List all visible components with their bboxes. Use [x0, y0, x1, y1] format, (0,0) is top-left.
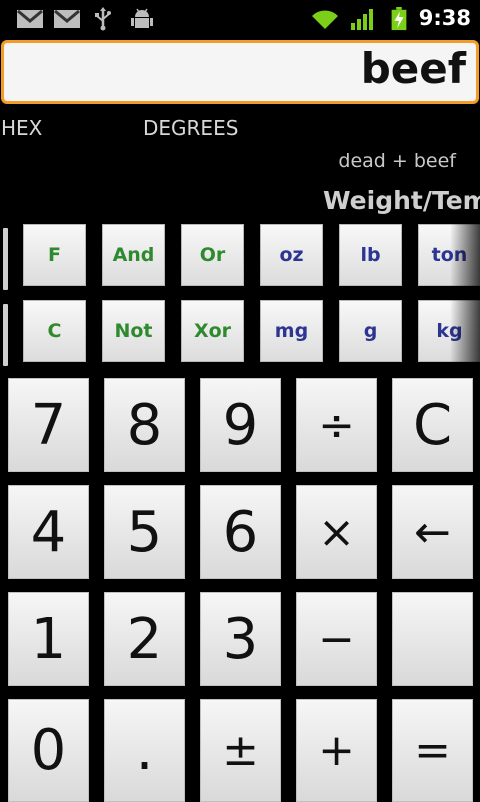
usb-icon [95, 7, 111, 31]
lb-button[interactable]: lb [339, 224, 402, 286]
base-mode-label[interactable]: HEX [1, 116, 42, 140]
divide-button[interactable]: ÷ [296, 378, 377, 472]
function-row-1: F And Or oz lb ton [0, 224, 480, 294]
result-display[interactable]: beef [1, 40, 479, 104]
oz-button[interactable]: oz [260, 224, 323, 286]
digit-5-button[interactable]: 5 [104, 485, 185, 579]
scroll-fade [450, 300, 480, 364]
plus-minus-button[interactable]: ± [200, 699, 281, 802]
android-debug-icon [131, 8, 153, 28]
panel-title: Weight/Tem [323, 186, 480, 215]
digit-0-button[interactable]: 0 [8, 699, 89, 802]
function-row-2: C Not Xor mg g kg [0, 300, 480, 370]
digit-3-button[interactable]: 3 [200, 592, 281, 686]
hex-c-button[interactable]: C [23, 300, 86, 362]
backspace-button[interactable]: ← [392, 485, 473, 579]
scroll-edge [3, 228, 8, 290]
equals-button[interactable]: = [392, 699, 473, 802]
hex-f-button[interactable]: F [23, 224, 86, 286]
g-button[interactable]: g [339, 300, 402, 362]
gmail-icon [17, 9, 43, 28]
mg-button[interactable]: mg [260, 300, 323, 362]
clock: 9:38 [418, 6, 471, 30]
gmail-icon [54, 9, 80, 28]
not-button[interactable]: Not [102, 300, 165, 362]
plus-button[interactable]: + [296, 699, 377, 802]
history-expression: dead + beef [338, 150, 456, 172]
angle-mode-label[interactable]: DEGREES [143, 116, 238, 140]
digit-4-button[interactable]: 4 [8, 485, 89, 579]
display-value: beef [360, 44, 466, 93]
status-bar: 9:38 [0, 0, 480, 38]
multiply-button[interactable]: × [296, 485, 377, 579]
and-button[interactable]: And [102, 224, 165, 286]
digit-6-button[interactable]: 6 [200, 485, 281, 579]
digit-2-button[interactable]: 2 [104, 592, 185, 686]
signal-icon [351, 9, 373, 30]
digit-7-button[interactable]: 7 [8, 378, 89, 472]
scroll-edge [3, 304, 8, 366]
clear-button[interactable]: C [392, 378, 473, 472]
xor-button[interactable]: Xor [181, 300, 244, 362]
decimal-point-button[interactable]: . [104, 699, 185, 802]
or-button[interactable]: Or [181, 224, 244, 286]
digit-9-button[interactable]: 9 [200, 378, 281, 472]
wifi-icon [312, 10, 338, 29]
digit-1-button[interactable]: 1 [8, 592, 89, 686]
digit-8-button[interactable]: 8 [104, 378, 185, 472]
scroll-fade [450, 224, 480, 288]
minus-button[interactable]: − [296, 592, 377, 686]
blank-button[interactable] [392, 592, 473, 686]
battery-charging-icon [391, 7, 407, 31]
